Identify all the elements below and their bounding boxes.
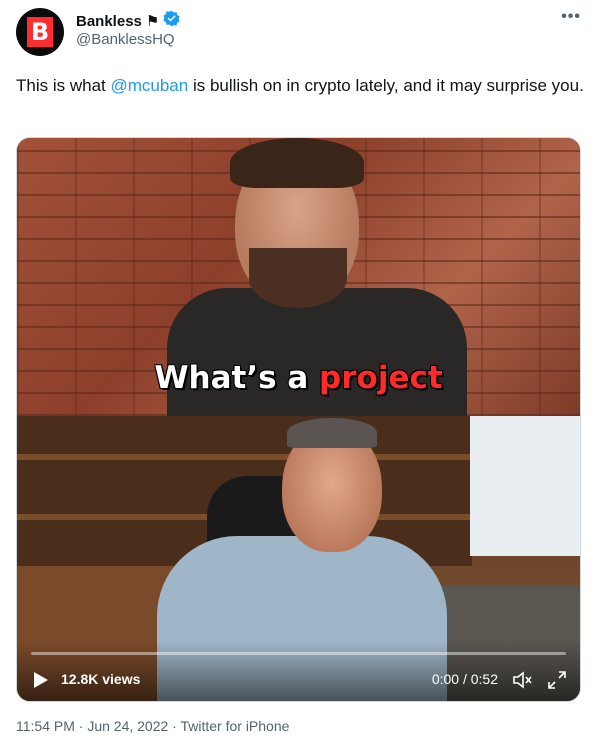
tweet-text-part: is bullish on in crypto lately, and it m…: [188, 76, 584, 95]
person-figure: [249, 248, 347, 308]
video-caption: What’s a project: [17, 360, 580, 396]
progress-bar[interactable]: [31, 652, 566, 655]
video-time: 0:00 / 0:52: [431, 671, 498, 687]
bankless-logo: B: [27, 17, 53, 47]
flag-icon: ⚑: [145, 13, 160, 30]
video-player[interactable]: What’s a project 12.8K views 0:00 / 0:52: [16, 137, 581, 702]
person-figure: [287, 418, 377, 448]
avatar[interactable]: B: [16, 8, 64, 56]
display-name[interactable]: Bankless: [76, 13, 142, 30]
shelf-divider: [17, 454, 472, 460]
window: [470, 416, 580, 556]
handle[interactable]: @BanklessHQ: [76, 31, 175, 48]
play-icon[interactable]: [33, 671, 49, 689]
video-frame-top: What’s a project: [17, 138, 580, 428]
caption-highlight: project: [319, 360, 443, 396]
tweet-text-part: This is what: [16, 76, 111, 95]
caption-text: What’s a: [154, 360, 320, 396]
fullscreen-icon[interactable]: [548, 671, 566, 689]
author-name-row: Bankless ⚑: [76, 10, 180, 32]
verified-badge-icon: [163, 10, 180, 32]
mention-link[interactable]: @mcuban: [110, 76, 188, 95]
person-figure: [230, 138, 364, 188]
view-count: 12.8K views: [61, 671, 141, 687]
video-controls: 12.8K views 0:00 / 0:52: [17, 641, 580, 701]
tweet-text: This is what @mcuban is bullish on in cr…: [16, 72, 586, 99]
volume-muted-icon[interactable]: [512, 671, 532, 689]
more-options-icon[interactable]: •••: [561, 8, 581, 26]
tweet-meta[interactable]: 11:54 PM · Jun 24, 2022 · Twitter for iP…: [16, 718, 289, 734]
person-figure: [167, 288, 467, 428]
